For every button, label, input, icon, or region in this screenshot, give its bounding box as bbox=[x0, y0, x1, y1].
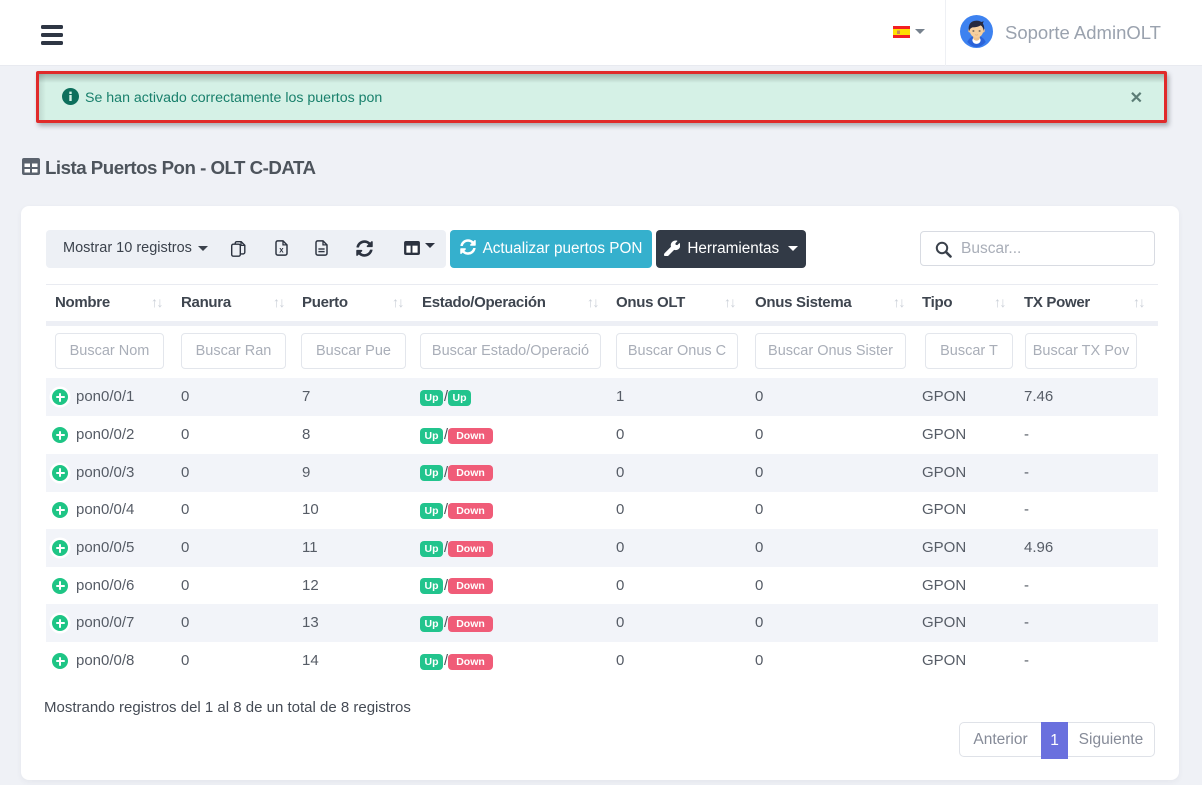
svg-text:x: x bbox=[279, 246, 284, 255]
